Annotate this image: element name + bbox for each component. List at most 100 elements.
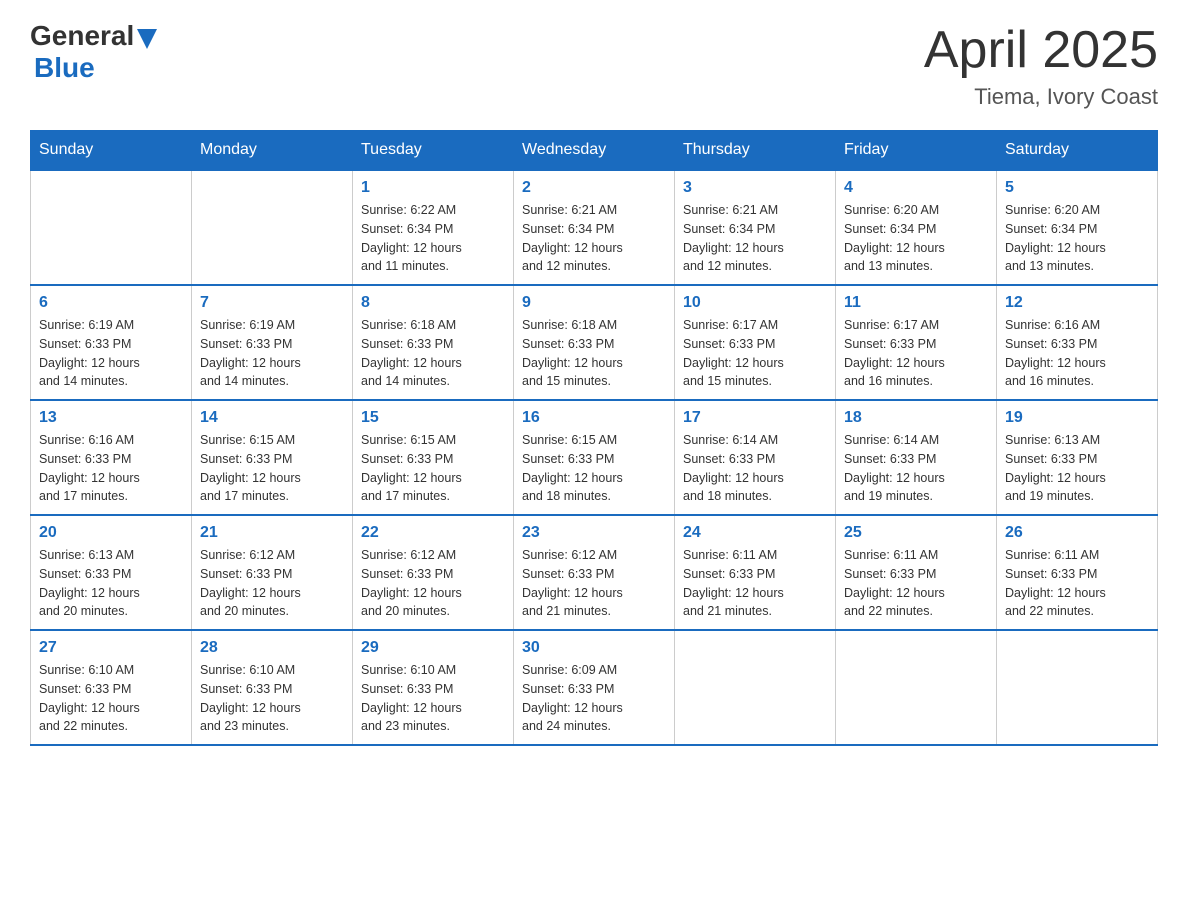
title-block: April 2025 Tiema, Ivory Coast: [924, 20, 1158, 110]
calendar-week-row: 1Sunrise: 6:22 AM Sunset: 6:34 PM Daylig…: [31, 170, 1158, 285]
day-info: Sunrise: 6:09 AM Sunset: 6:33 PM Dayligh…: [522, 661, 666, 736]
day-info: Sunrise: 6:11 AM Sunset: 6:33 PM Dayligh…: [683, 546, 827, 621]
calendar-week-row: 6 Sunrise: 6:19 AM Sunset: 6:33 PM Daylig…: [31, 285, 1158, 400]
day-info: Sunrise: 6:19 AM Sunset: 6:33 PM Dayligh…: [200, 316, 344, 391]
day-info: Sunrise: 6:12 AM Sunset: 6:33 PM Dayligh…: [522, 546, 666, 621]
calendar-cell: 15Sunrise: 6:15 AM Sunset: 6:33 PM Dayli…: [353, 400, 514, 515]
calendar-cell: 2 Sunrise: 6:21 AM Sunset: 6:34 PM Daylig…: [514, 170, 675, 285]
day-info: Sunrise: 6:16 AM Sunset: 6:33 PM Dayligh…: [1005, 316, 1149, 391]
day-info: Sunrise: 6:18 AM Sunset: 6:33 PM Dayligh…: [522, 316, 666, 391]
day-info: Sunrise: 6:10 AM Sunset: 6:33 PM Dayligh…: [361, 661, 505, 736]
calendar-cell: 28 Sunrise: 6:10 AM Sunset: 6:33 PM Dayli…: [192, 630, 353, 745]
calendar-cell: 20 Sunrise: 6:13 AM Sunset: 6:33 PM Dayli…: [31, 515, 192, 630]
day-info: Sunrise: 6:13 AM Sunset: 6:33 PM Dayligh…: [39, 546, 183, 621]
day-number: 12: [1005, 294, 1149, 312]
calendar-cell: 3Sunrise: 6:21 AM Sunset: 6:34 PM Daylig…: [675, 170, 836, 285]
day-number: 9: [522, 294, 666, 312]
day-info: Sunrise: 6:16 AM Sunset: 6:33 PM Dayligh…: [39, 431, 183, 506]
day-number: 16: [522, 409, 666, 427]
day-info: Sunrise: 6:10 AM Sunset: 6:33 PM Dayligh…: [39, 661, 183, 736]
day-number: 4: [844, 179, 988, 197]
day-info: Sunrise: 6:14 AM Sunset: 6:33 PM Dayligh…: [683, 431, 827, 506]
calendar-cell: 5 Sunrise: 6:20 AM Sunset: 6:34 PM Daylig…: [997, 170, 1158, 285]
day-number: 6: [39, 294, 183, 312]
day-number: 8: [361, 294, 505, 312]
calendar-cell: 27 Sunrise: 6:10 AM Sunset: 6:33 PM Dayli…: [31, 630, 192, 745]
calendar-cell: [836, 630, 997, 745]
day-number: 5: [1005, 179, 1149, 197]
day-info: Sunrise: 6:21 AM Sunset: 6:34 PM Dayligh…: [522, 201, 666, 276]
calendar-cell: 7 Sunrise: 6:19 AM Sunset: 6:33 PM Daylig…: [192, 285, 353, 400]
day-number: 21: [200, 524, 344, 542]
calendar-cell: 24 Sunrise: 6:11 AM Sunset: 6:33 PM Dayli…: [675, 515, 836, 630]
logo-blue-text: Blue: [34, 52, 95, 83]
day-number: 2: [522, 179, 666, 197]
weekday-header-tuesday: Tuesday: [353, 131, 514, 171]
day-info: Sunrise: 6:22 AM Sunset: 6:34 PM Dayligh…: [361, 201, 505, 276]
calendar-cell: 30Sunrise: 6:09 AM Sunset: 6:33 PM Dayli…: [514, 630, 675, 745]
calendar-cell: 6 Sunrise: 6:19 AM Sunset: 6:33 PM Daylig…: [31, 285, 192, 400]
day-info: Sunrise: 6:11 AM Sunset: 6:33 PM Dayligh…: [844, 546, 988, 621]
day-number: 18: [844, 409, 988, 427]
calendar-cell: [675, 630, 836, 745]
calendar-cell: 9 Sunrise: 6:18 AM Sunset: 6:33 PM Daylig…: [514, 285, 675, 400]
calendar-header-row: SundayMondayTuesdayWednesdayThursdayFrid…: [31, 131, 1158, 171]
day-number: 25: [844, 524, 988, 542]
day-number: 15: [361, 409, 505, 427]
day-number: 28: [200, 639, 344, 657]
weekday-header-thursday: Thursday: [675, 131, 836, 171]
day-info: Sunrise: 6:20 AM Sunset: 6:34 PM Dayligh…: [844, 201, 988, 276]
logo: General Blue: [30, 20, 157, 84]
logo-general-text: General: [30, 20, 134, 52]
calendar-cell: 8 Sunrise: 6:18 AM Sunset: 6:33 PM Daylig…: [353, 285, 514, 400]
day-number: 20: [39, 524, 183, 542]
calendar-cell: 21Sunrise: 6:12 AM Sunset: 6:33 PM Dayli…: [192, 515, 353, 630]
calendar-cell: 11Sunrise: 6:17 AM Sunset: 6:33 PM Dayli…: [836, 285, 997, 400]
month-year-title: April 2025: [924, 20, 1158, 80]
calendar-cell: 18 Sunrise: 6:14 AM Sunset: 6:33 PM Dayli…: [836, 400, 997, 515]
day-number: 14: [200, 409, 344, 427]
day-info: Sunrise: 6:12 AM Sunset: 6:33 PM Dayligh…: [361, 546, 505, 621]
calendar-cell: 23 Sunrise: 6:12 AM Sunset: 6:33 PM Dayli…: [514, 515, 675, 630]
calendar-cell: 1Sunrise: 6:22 AM Sunset: 6:34 PM Daylig…: [353, 170, 514, 285]
day-info: Sunrise: 6:14 AM Sunset: 6:33 PM Dayligh…: [844, 431, 988, 506]
day-info: Sunrise: 6:11 AM Sunset: 6:33 PM Dayligh…: [1005, 546, 1149, 621]
logo-triangle-icon: [137, 29, 157, 49]
day-info: Sunrise: 6:13 AM Sunset: 6:33 PM Dayligh…: [1005, 431, 1149, 506]
calendar-cell: 19 Sunrise: 6:13 AM Sunset: 6:33 PM Dayli…: [997, 400, 1158, 515]
calendar-cell: 17 Sunrise: 6:14 AM Sunset: 6:33 PM Dayli…: [675, 400, 836, 515]
day-number: 3: [683, 179, 827, 197]
day-info: Sunrise: 6:19 AM Sunset: 6:33 PM Dayligh…: [39, 316, 183, 391]
day-number: 13: [39, 409, 183, 427]
day-number: 23: [522, 524, 666, 542]
day-info: Sunrise: 6:17 AM Sunset: 6:33 PM Dayligh…: [683, 316, 827, 391]
calendar-cell: 13 Sunrise: 6:16 AM Sunset: 6:33 PM Dayli…: [31, 400, 192, 515]
weekday-header-monday: Monday: [192, 131, 353, 171]
page-header: General Blue April 2025 Tiema, Ivory Coa…: [30, 20, 1158, 110]
weekday-header-wednesday: Wednesday: [514, 131, 675, 171]
day-info: Sunrise: 6:18 AM Sunset: 6:33 PM Dayligh…: [361, 316, 505, 391]
calendar-cell: [192, 170, 353, 285]
calendar-week-row: 13 Sunrise: 6:16 AM Sunset: 6:33 PM Dayli…: [31, 400, 1158, 515]
day-number: 10: [683, 294, 827, 312]
day-number: 24: [683, 524, 827, 542]
calendar-cell: [997, 630, 1158, 745]
day-number: 7: [200, 294, 344, 312]
calendar-week-row: 20 Sunrise: 6:13 AM Sunset: 6:33 PM Dayli…: [31, 515, 1158, 630]
day-number: 27: [39, 639, 183, 657]
day-info: Sunrise: 6:10 AM Sunset: 6:33 PM Dayligh…: [200, 661, 344, 736]
day-number: 11: [844, 294, 988, 312]
day-info: Sunrise: 6:15 AM Sunset: 6:33 PM Dayligh…: [200, 431, 344, 506]
calendar-cell: 12 Sunrise: 6:16 AM Sunset: 6:33 PM Dayli…: [997, 285, 1158, 400]
calendar-week-row: 27 Sunrise: 6:10 AM Sunset: 6:33 PM Dayli…: [31, 630, 1158, 745]
weekday-header-friday: Friday: [836, 131, 997, 171]
calendar-table: SundayMondayTuesdayWednesdayThursdayFrid…: [30, 130, 1158, 746]
day-info: Sunrise: 6:15 AM Sunset: 6:33 PM Dayligh…: [522, 431, 666, 506]
calendar-cell: 14 Sunrise: 6:15 AM Sunset: 6:33 PM Dayli…: [192, 400, 353, 515]
calendar-cell: 4 Sunrise: 6:20 AM Sunset: 6:34 PM Daylig…: [836, 170, 997, 285]
day-number: 29: [361, 639, 505, 657]
day-number: 19: [1005, 409, 1149, 427]
calendar-cell: 10 Sunrise: 6:17 AM Sunset: 6:33 PM Dayli…: [675, 285, 836, 400]
day-info: Sunrise: 6:20 AM Sunset: 6:34 PM Dayligh…: [1005, 201, 1149, 276]
day-number: 17: [683, 409, 827, 427]
